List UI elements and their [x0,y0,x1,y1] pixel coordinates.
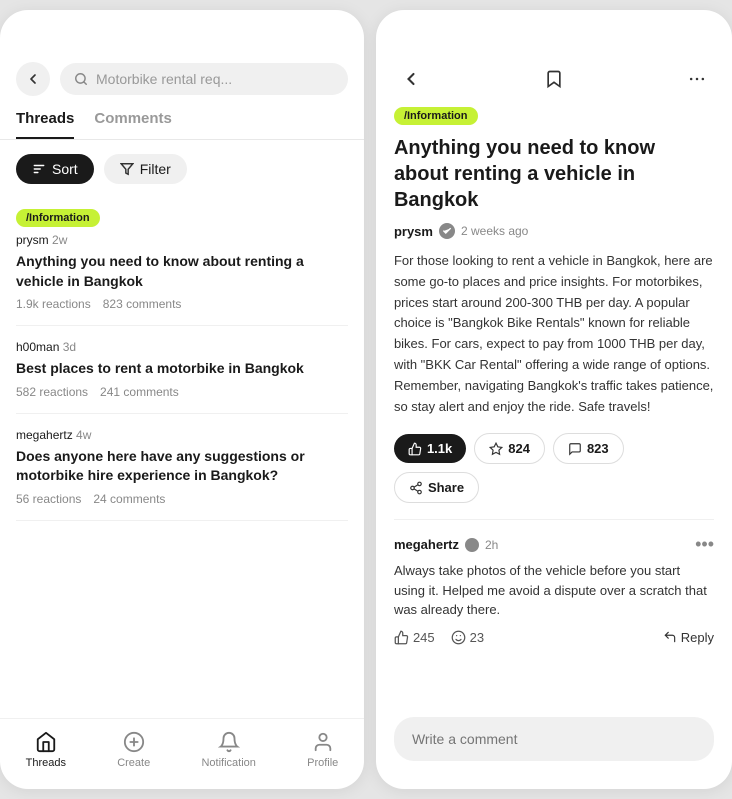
comment-dislike-button[interactable]: 23 [451,630,484,645]
verified-badge [439,223,455,239]
thread-username: megahertz [16,428,73,442]
comments-button[interactable]: 823 [553,433,624,464]
sort-filter-row: Sort Filter [0,140,364,194]
comment-author-row: megahertz 2h ••• [394,534,714,555]
thread-item[interactable]: h00man 3d Best places to rent a motorbik… [16,326,348,414]
thread-comments: 241 comments [100,385,179,399]
post-actions: 1.1k 824 823 [394,433,714,503]
comment-input[interactable] [394,717,714,761]
thread-title: Best places to rent a motorbike in Bangk… [16,359,348,379]
search-bar[interactable]: Motorbike rental req... [60,63,348,95]
thread-username: h00man [16,340,59,354]
thread-comments: 823 comments [103,297,182,311]
post-tag: /Information [394,107,478,125]
reply-button[interactable]: Reply [663,630,714,645]
right-back-button[interactable] [394,62,428,96]
star-icon [489,442,503,456]
more-icon [687,69,707,89]
thread-tag: /Information [16,209,100,227]
comment-verified-badge [465,538,479,552]
right-panel: /Information Anything you need to know a… [376,10,732,789]
search-icon [74,72,88,86]
person-icon [312,731,334,753]
comment-reactions: 245 23 Reply [394,630,714,645]
thread-reactions: 56 reactions [16,492,81,506]
sort-icon [32,162,46,176]
filter-button[interactable]: Filter [104,154,187,184]
thread-title: Anything you need to know about renting … [16,252,348,291]
thread-meta: megahertz 4w [16,428,348,442]
divider [394,519,714,520]
thread-meta: h00man 3d [16,340,348,354]
bottom-nav: Threads Create Notification Profile [0,718,364,789]
likes-button[interactable]: 1.1k [394,434,466,463]
post-title: Anything you need to know about renting … [394,135,714,213]
home-icon [35,731,57,753]
share-label: Share [428,480,464,495]
post-time: 2 weeks ago [461,224,528,238]
nav-threads[interactable]: Threads [26,731,66,769]
nav-notification[interactable]: Notification [201,731,255,769]
search-text: Motorbike rental req... [96,71,232,87]
back-icon [401,69,421,89]
stars-count: 824 [508,441,530,456]
share-button[interactable]: Share [394,472,479,503]
tab-threads[interactable]: Threads [16,110,74,139]
create-icon [123,731,145,753]
emoji-icon [451,630,466,645]
thread-title: Does anyone here have any suggestions or… [16,447,348,486]
nav-profile[interactable]: Profile [307,731,338,769]
left-header: Motorbike rental req... [0,10,364,96]
reply-icon [663,630,677,644]
bell-icon [218,731,240,753]
thread-stats: 1.9k reactions 823 comments [16,297,348,311]
comment-time: 2h [485,538,498,552]
nav-create[interactable]: Create [117,731,150,769]
thread-time: 3d [63,340,76,354]
thread-item[interactable]: megahertz 4w Does anyone here have any s… [16,414,348,521]
likes-count: 1.1k [427,441,452,456]
share-icon [409,481,423,495]
post-author: prysm [394,224,433,239]
right-header [376,10,732,106]
back-button[interactable] [16,62,50,96]
thread-stats: 582 reactions 241 comments [16,385,348,399]
thumb-up-icon [408,442,422,456]
comment-more-button[interactable]: ••• [695,534,714,555]
comment-dislikes: 23 [470,630,484,645]
left-panel: Motorbike rental req... Threads Comments… [0,10,364,789]
thread-item[interactable]: /Information prysm 2w Anything you need … [16,194,348,326]
thread-reactions: 582 reactions [16,385,88,399]
thread-time: 2w [52,233,67,247]
bookmark-button[interactable] [537,62,571,96]
comment-item: megahertz 2h ••• Always take photos of t… [394,534,714,659]
right-content: /Information Anything you need to know a… [376,106,732,705]
comment-likes: 245 [413,630,435,645]
tab-comments[interactable]: Comments [94,110,172,139]
thread-comments: 24 comments [93,492,165,506]
comment-icon [568,442,582,456]
thumb-up-small-icon [394,630,409,645]
write-comment-area [376,705,732,789]
comment-like-button[interactable]: 245 [394,630,435,645]
comment-author: megahertz [394,537,459,552]
comments-count: 823 [587,441,609,456]
thread-stats: 56 reactions 24 comments [16,492,348,506]
comment-body: Always take photos of the vehicle before… [394,561,714,620]
thread-time: 4w [76,428,91,442]
stars-button[interactable]: 824 [474,433,545,464]
thread-meta: prysm 2w [16,233,348,247]
thread-list: /Information prysm 2w Anything you need … [0,194,364,718]
post-author-row: prysm 2 weeks ago [394,223,714,239]
filter-icon [120,162,134,176]
sort-button[interactable]: Sort [16,154,94,184]
post-body: For those looking to rent a vehicle in B… [394,251,714,417]
tabs-row: Threads Comments [0,96,364,140]
thread-reactions: 1.9k reactions [16,297,91,311]
bookmark-icon [544,69,564,89]
thread-username: prysm [16,233,49,247]
more-button[interactable] [680,62,714,96]
